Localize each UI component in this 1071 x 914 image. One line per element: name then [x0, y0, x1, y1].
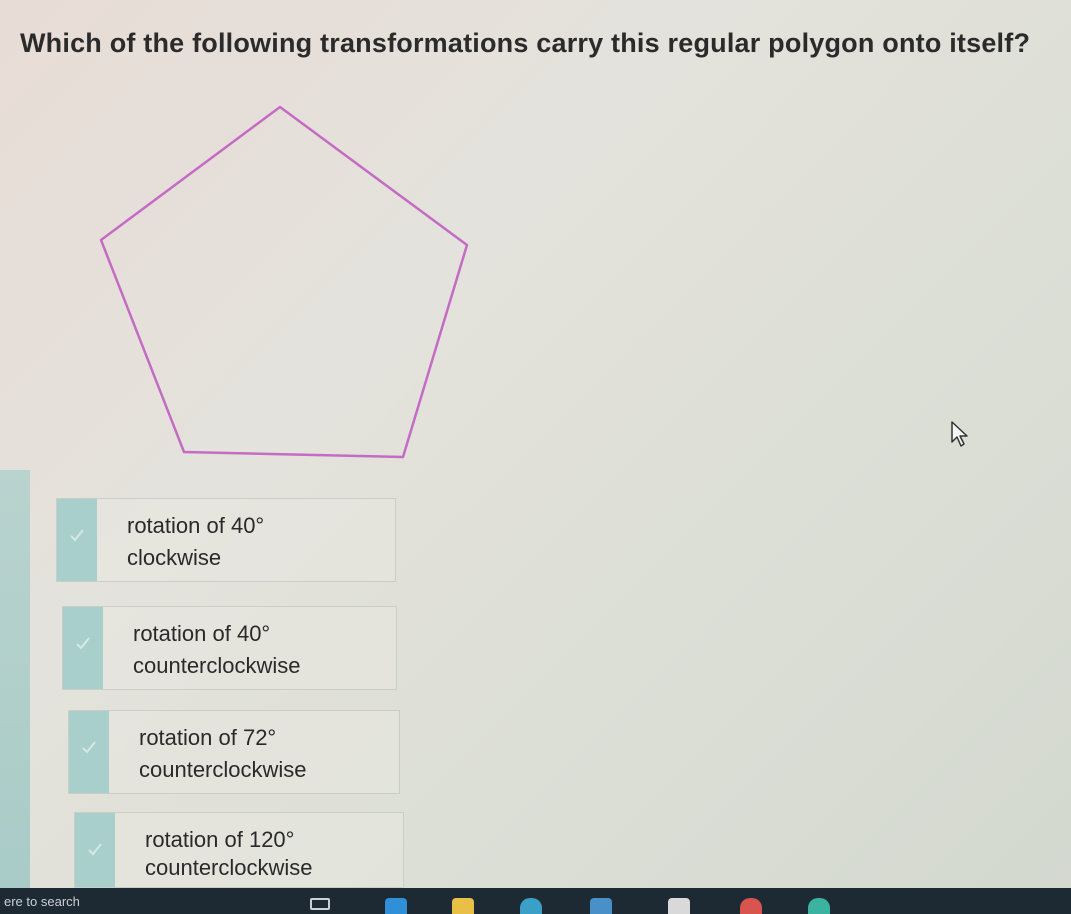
chrome-icon[interactable] [808, 898, 830, 914]
check-icon [88, 843, 102, 856]
choice-label-line1: rotation of 72° [139, 725, 277, 750]
choice-label-line1: rotation of 40° [133, 621, 271, 646]
file-explorer-icon[interactable] [668, 898, 690, 914]
check-icon [82, 741, 96, 754]
choice-label-line2: counterclockwise [139, 757, 307, 782]
taskbar-search-box[interactable]: ere to search [4, 894, 80, 909]
pentagon-shape [99, 105, 469, 459]
answer-choice-1[interactable]: rotation of 40° clockwise [56, 498, 396, 582]
choice-label-line1: rotation of 120° [145, 827, 295, 852]
store-icon[interactable] [590, 898, 612, 914]
answer-choice-4[interactable]: rotation of 120° counterclockwise [74, 812, 404, 888]
edge-icon[interactable] [385, 898, 407, 914]
choice-label-line2: clockwise [127, 545, 222, 570]
choice-checkbox[interactable] [57, 499, 97, 581]
choice-checkbox[interactable] [63, 607, 103, 689]
chrome-icon[interactable] [740, 898, 762, 914]
choice-checkbox[interactable] [69, 711, 109, 793]
choice-label-line2: counterclockwise [133, 653, 301, 678]
answer-choice-3[interactable]: rotation of 72° counterclockwise [68, 710, 400, 794]
check-icon [76, 637, 90, 650]
windows-taskbar: ere to search [0, 888, 1071, 914]
store-icon[interactable] [520, 898, 542, 914]
choice-checkbox[interactable] [75, 813, 115, 887]
choice-label-line2: counterclockwise [145, 855, 313, 880]
answer-choice-2[interactable]: rotation of 40° counterclockwise [62, 606, 397, 690]
file-explorer-icon[interactable] [452, 898, 474, 914]
mouse-pointer-icon [951, 421, 968, 447]
check-icon [70, 529, 84, 542]
taskview-icon[interactable] [310, 898, 330, 910]
choice-label-line1: rotation of 40° [127, 513, 265, 538]
